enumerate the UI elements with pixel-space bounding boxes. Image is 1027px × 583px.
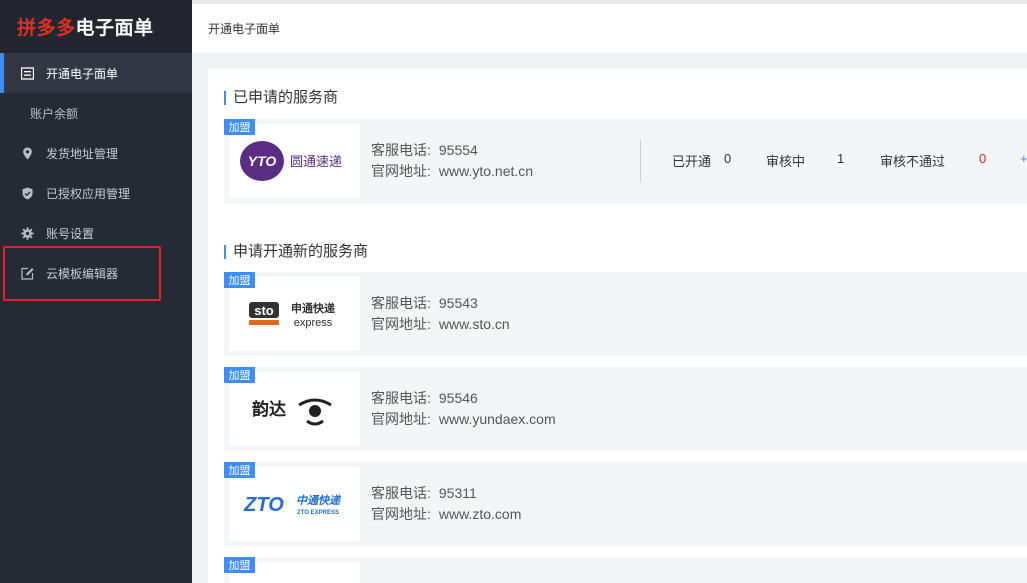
provider-card-partial[interactable]: 加盟	[224, 557, 1027, 583]
sidebar-item-label: 云模板编辑器	[46, 266, 119, 281]
website-label: 官网地址:	[371, 411, 431, 427]
franchise-badge: 加盟	[224, 367, 255, 383]
phone-value: 95554	[438, 142, 478, 158]
opened-label: 已开通	[672, 154, 712, 169]
sto-logo-icon: sto 申通快递 express	[248, 301, 335, 329]
website-value[interactable]: www.yto.net.cn	[439, 163, 533, 179]
phone-label: 客服电话:	[371, 485, 431, 501]
provider-card-yto[interactable]: YTO 圆通速递 客服电话: 95554 官网地址: www.yto.net.cn …	[224, 119, 1027, 204]
reviewing-label: 审核中	[766, 154, 806, 169]
sidebar-item-open-waybill[interactable]: 开通电子面单	[0, 53, 192, 93]
website-label: 官网地址:	[371, 316, 431, 332]
phone-label: 客服电话:	[371, 295, 431, 311]
provider-info: 客服电话: 95311 官网地址: www.zto.com	[371, 483, 521, 525]
svg-text:ZTO: ZTO	[243, 494, 284, 516]
phone-value: 95543	[438, 295, 478, 311]
sidebar-item-shipping-address[interactable]: 发货地址管理	[0, 133, 192, 173]
sidebar-item-cloud-template-editor[interactable]: 云模板编辑器	[0, 253, 192, 293]
provider-card-sto[interactable]: sto 申通快递 express 客服电话: 95543 官网地址: www.sto…	[224, 272, 1027, 356]
sidebar-item-authorized-apps[interactable]: 已授权应用管理	[0, 173, 192, 213]
phone-label: 客服电话:	[371, 142, 431, 158]
provider-info: 客服电话: 95543 官网地址: www.sto.cn	[371, 293, 510, 335]
location-pin-icon	[21, 147, 34, 160]
svg-text:sto: sto	[254, 303, 274, 318]
sidebar-item-label: 开通电子面单	[46, 66, 119, 81]
sidebar-item-balance[interactable]: 账户余额	[0, 93, 192, 133]
reviewing-value: 1	[837, 151, 845, 166]
divider	[640, 140, 641, 182]
sidebar-item-label: 发货地址管理	[46, 146, 119, 161]
website-value[interactable]: www.yundaex.com	[439, 411, 556, 427]
yunda-logo-icon: 韵达	[252, 398, 332, 426]
website-label: 官网地址:	[371, 163, 431, 179]
svg-text:申通快递: 申通快递	[291, 301, 335, 315]
edit-icon	[21, 267, 34, 280]
franchise-badge: 加盟	[224, 119, 255, 135]
gear-icon	[21, 226, 34, 240]
svg-text:ZTO EXPRESS: ZTO EXPRESS	[297, 510, 339, 516]
sidebar-item-label: 已授权应用管理	[46, 186, 131, 201]
svg-text:express: express	[293, 317, 332, 329]
provider-logo: ZTO 中通快递 ZTO EXPRESS	[229, 467, 360, 541]
applied-section-title: 已申请的服务商	[224, 89, 338, 106]
phone-value: 95546	[438, 390, 478, 406]
svg-text:中通快递: 中通快递	[296, 494, 342, 507]
provider-info: 客服电话: 95554 官网地址: www.yto.net.cn	[371, 140, 533, 182]
franchise-badge: 加盟	[224, 462, 255, 478]
shield-check-icon	[21, 187, 34, 200]
zto-logo-icon: ZTO 中通快递 ZTO EXPRESS	[243, 494, 342, 516]
main-panel: 已申请的服务商 YTO 圆通速递 客服电话: 95554 官网地址: www.yto…	[208, 69, 1027, 583]
provider-card-zto[interactable]: ZTO 中通快递 ZTO EXPRESS 客服电话: 95311 官网地址: www…	[224, 462, 1027, 546]
list-icon	[21, 66, 34, 80]
sidebar-item-label: 账户余额	[30, 106, 79, 121]
website-label: 官网地址:	[371, 506, 431, 522]
app-logo[interactable]: 拼多多 电子面单	[0, 0, 192, 53]
yto-logo-icon: YTO 圆通速递	[239, 141, 342, 181]
provider-logo: 韵达	[229, 372, 360, 446]
provider-logo: sto 申通快递 express	[229, 277, 360, 351]
more-button[interactable]: +	[1020, 151, 1027, 166]
franchise-badge: 加盟	[224, 272, 255, 288]
svg-text:圆通速递: 圆通速递	[289, 155, 341, 170]
logo-brand: 拼多多	[17, 18, 76, 39]
provider-card-yunda[interactable]: 韵达 客服电话: 95546 官网地址: www.yundaex.com 加盟	[224, 367, 1027, 451]
sidebar: 拼多多 电子面单 开通电子面单 账户余额 发货地址管理 已授权应用管理 账号设置 …	[0, 0, 192, 583]
provider-info: 客服电话: 95546 官网地址: www.yundaex.com	[371, 388, 556, 430]
svg-text:YTO: YTO	[247, 153, 276, 169]
website-value[interactable]: www.sto.cn	[439, 316, 510, 332]
topbar: 开通电子面单	[192, 0, 1027, 53]
new-section-title: 申请开通新的服务商	[224, 243, 368, 260]
franchise-badge: 加盟	[224, 557, 255, 573]
phone-label: 客服电话:	[371, 390, 431, 406]
rejected-label: 审核不通过	[880, 154, 946, 169]
website-value[interactable]: www.zto.com	[439, 506, 521, 522]
opened-value: 0	[724, 151, 732, 166]
provider-logo: YTO 圆通速递	[229, 124, 360, 198]
sidebar-item-account-settings[interactable]: 账号设置	[0, 213, 192, 253]
phone-value: 95311	[438, 485, 477, 501]
breadcrumb: 开通电子面单	[208, 22, 281, 36]
svg-text:韵达: 韵达	[252, 399, 286, 420]
logo-title: 电子面单	[75, 18, 154, 39]
rejected-value: 0	[979, 151, 987, 166]
sidebar-item-label: 账号设置	[46, 226, 95, 241]
